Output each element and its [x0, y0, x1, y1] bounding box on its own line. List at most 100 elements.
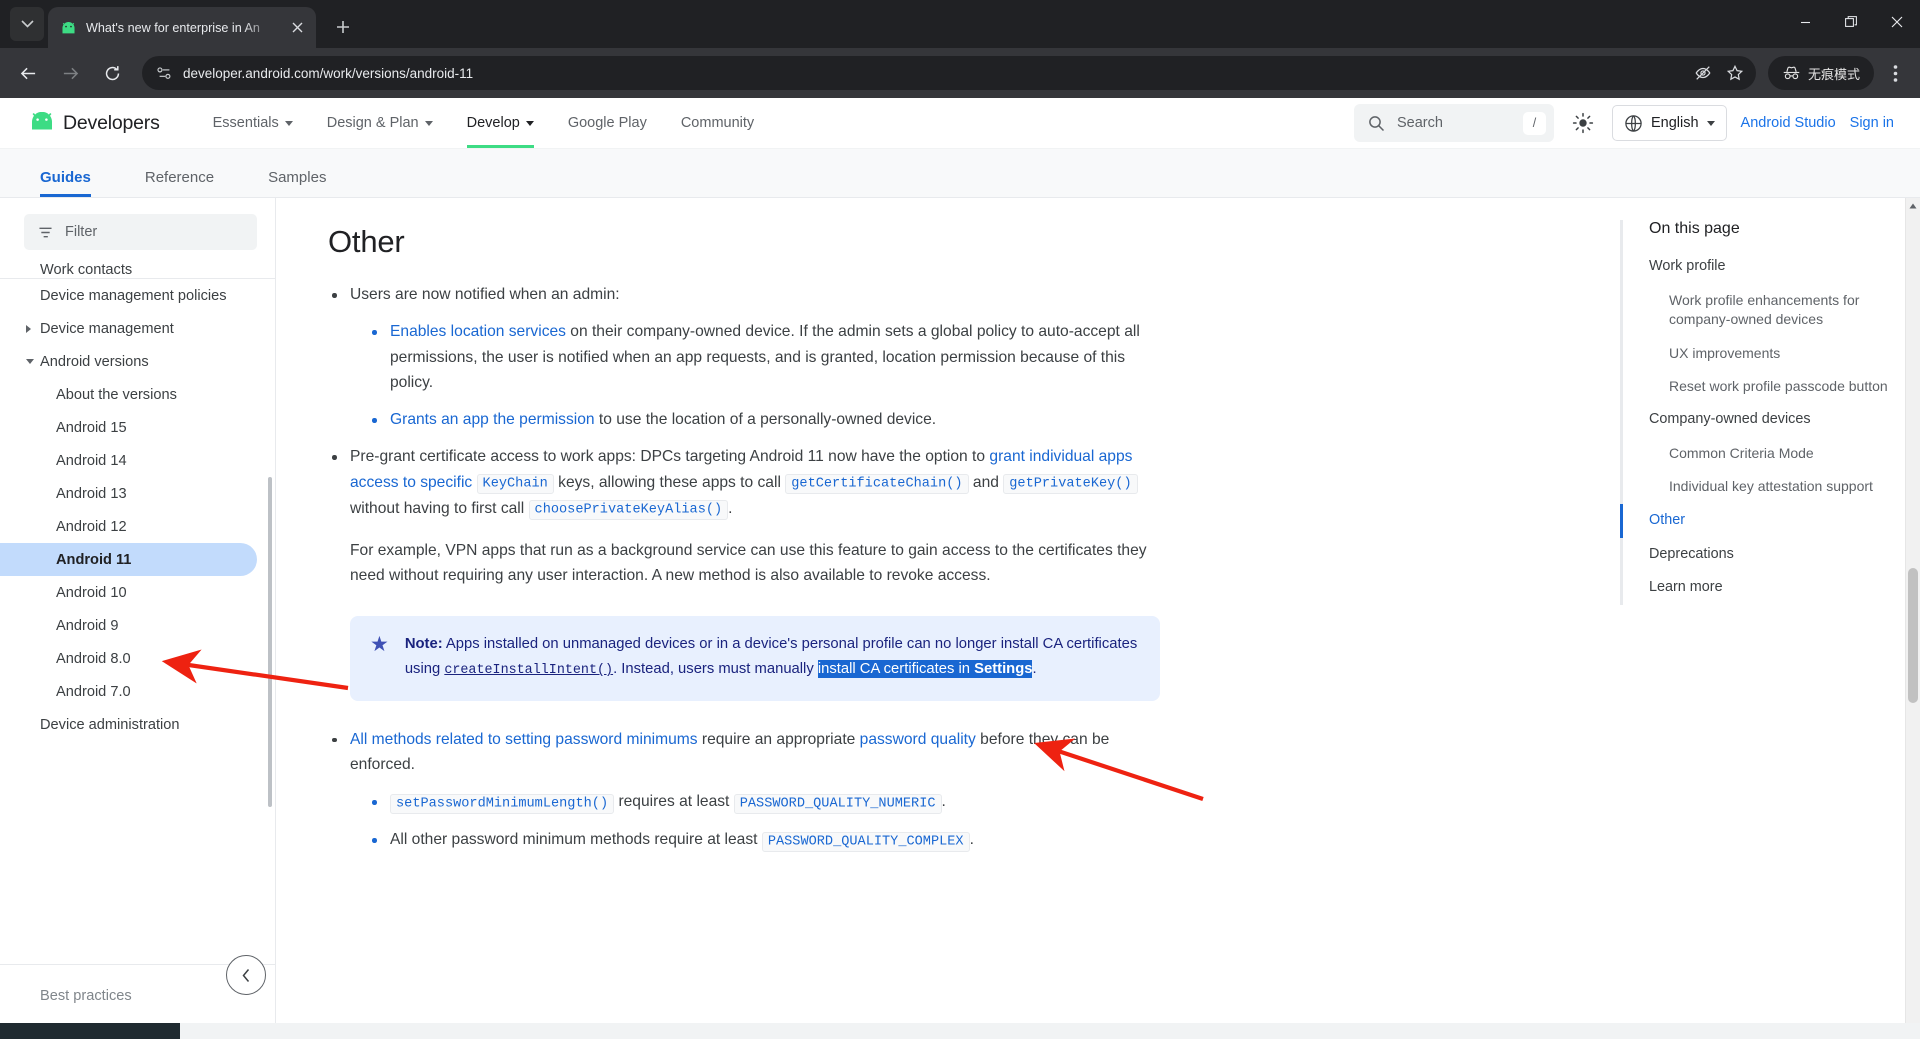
nav-label: Android 9 — [56, 617, 119, 634]
sidebar-item-android-15[interactable]: Android 15 — [0, 411, 275, 444]
nav-develop[interactable]: Develop — [450, 98, 551, 148]
filter-wrapper: Filter — [0, 198, 275, 262]
star-icon[interactable] — [1720, 58, 1750, 88]
toc-item-common-criteria-mode[interactable]: Common Criteria Mode — [1623, 437, 1894, 470]
eye-slash-icon[interactable] — [1688, 58, 1718, 88]
code-get-private-key: getPrivateKey() — [1003, 474, 1138, 494]
section-tabs: Guides Reference Samples — [0, 149, 1920, 198]
reload-button[interactable] — [95, 56, 129, 90]
code-choose-private-key-alias: choosePrivateKeyAlias() — [528, 500, 729, 521]
nav-label: Android 11 — [56, 551, 132, 568]
page-scroll-thumb[interactable] — [1908, 568, 1918, 703]
minimize-button[interactable] — [1782, 0, 1828, 44]
back-button[interactable] — [11, 56, 45, 90]
link-password-quality[interactable]: password quality — [860, 731, 976, 748]
sidebar-scrollbar[interactable] — [268, 477, 272, 807]
android-studio-link[interactable]: Android Studio — [1741, 115, 1836, 131]
maximize-restore-icon — [1845, 16, 1857, 27]
toc-item-deprecations[interactable]: Deprecations — [1623, 538, 1894, 572]
minimize-icon — [1800, 21, 1810, 23]
taskbar-sliver — [0, 1023, 1920, 1039]
browser-tab[interactable]: What's new for enterprise in An — [48, 7, 316, 48]
note-text-3: . — [1032, 661, 1037, 678]
sidebar-item-android-9[interactable]: Android 9 — [0, 609, 275, 642]
nav-community[interactable]: Community — [664, 98, 771, 148]
sidebar-item-android-versions[interactable]: Android versions — [0, 345, 275, 378]
browser-toolbar: developer.android.com/work/versions/andr… — [0, 48, 1920, 98]
sidebar-item-android-7[interactable]: Android 7.0 — [0, 675, 275, 708]
nav-label: Android 8.0 — [56, 650, 131, 667]
sidebar-item-android-14[interactable]: Android 14 — [0, 444, 275, 477]
search-placeholder: Search — [1396, 115, 1443, 131]
close-icon[interactable] — [286, 17, 308, 39]
incognito-indicator[interactable]: 无痕模式 — [1767, 56, 1874, 90]
link-enables-location-services[interactable]: Enables location services — [390, 323, 566, 340]
browser-menu-button[interactable] — [1878, 56, 1912, 90]
link-password-minimums[interactable]: All methods related to setting password … — [350, 731, 698, 748]
new-tab-button[interactable] — [326, 10, 360, 44]
toc-item-ux-improvements[interactable]: UX improvements — [1623, 337, 1894, 370]
nav-google-play[interactable]: Google Play — [551, 98, 664, 148]
sidebar-item-android-10[interactable]: Android 10 — [0, 576, 275, 609]
bullet-list-2: All methods related to setting password … — [328, 727, 1160, 854]
nav-essentials[interactable]: Essentials — [196, 98, 310, 148]
chevron-down-icon — [1706, 120, 1715, 126]
toc-item-other[interactable]: Other — [1620, 503, 1894, 538]
link-grants-app-permission[interactable]: Grants an app the permission — [390, 411, 595, 428]
nav-design-plan[interactable]: Design & Plan — [310, 98, 450, 148]
sidebar-item-about-the-versions[interactable]: About the versions — [0, 378, 275, 411]
nav-label: Device administration — [40, 716, 180, 733]
sign-in-link[interactable]: Sign in — [1850, 115, 1894, 131]
sidebar-item-android-13[interactable]: Android 13 — [0, 477, 275, 510]
sidebar-item-android-8[interactable]: Android 8.0 — [0, 642, 275, 675]
nav-label: Develop — [466, 115, 520, 131]
tab-search-button[interactable] — [10, 7, 44, 41]
collapse-sidebar-button[interactable] — [226, 955, 266, 995]
scroll-up-arrow-icon[interactable] — [1906, 198, 1920, 213]
toc-item-individual-key-attestation-support[interactable]: Individual key attestation support — [1623, 470, 1894, 503]
address-bar[interactable]: developer.android.com/work/versions/andr… — [142, 56, 1756, 90]
tab-samples[interactable]: Samples — [252, 169, 342, 197]
code-password-quality-numeric: PASSWORD_QUALITY_NUMERIC — [733, 793, 942, 814]
bullet-list-1: Users are now notified when an admin: En… — [328, 282, 1160, 522]
forward-button[interactable] — [53, 56, 87, 90]
sidebar-item-device-management[interactable]: Device management — [0, 312, 275, 345]
code-get-certificate-chain: getCertificateChain() — [785, 474, 969, 494]
sidebar-item-android-12[interactable]: Android 12 — [0, 510, 275, 543]
tab-guides[interactable]: Guides — [24, 169, 107, 197]
sidebar-item-work-contacts[interactable]: Work contacts — [0, 262, 275, 278]
page-viewport: Developers Essentials Design & Plan Deve… — [0, 98, 1920, 1039]
list-item: All methods related to setting password … — [328, 727, 1160, 854]
page-scrollbar[interactable] — [1905, 198, 1920, 1023]
pw-sub-text-4: . — [969, 831, 974, 849]
header-actions: Search / English Android Studio Sign in — [1353, 104, 1894, 142]
tab-reference[interactable]: Reference — [129, 169, 230, 197]
filter-input[interactable]: Filter — [24, 214, 257, 250]
pregrant-text-5: . — [728, 499, 733, 517]
toc-item-work-profile-enhancements[interactable]: Work profile enhancements for company-ow… — [1623, 284, 1894, 337]
theme-toggle-button[interactable] — [1568, 108, 1598, 138]
list-item: Grants an app the permission to use the … — [350, 407, 1160, 432]
maximize-button[interactable] — [1828, 0, 1874, 44]
site-settings-icon[interactable] — [156, 65, 173, 82]
pregrant-text-3: and — [968, 473, 1004, 491]
sidebar-item-device-administration[interactable]: Device administration — [0, 708, 275, 741]
toc-item-company-owned-devices[interactable]: Company-owned devices — [1623, 403, 1894, 437]
sidebar-item-android-11[interactable]: Android 11 — [0, 543, 257, 576]
brand-text: Developers — [63, 111, 160, 134]
toc-item-work-profile[interactable]: Work profile — [1623, 250, 1894, 284]
filter-icon — [38, 226, 53, 239]
sidebar-footer-label[interactable]: Best practices — [40, 988, 132, 1004]
star-filled-icon: ★ — [370, 633, 389, 657]
nav-label: Work contacts — [40, 262, 133, 278]
tab-title: What's new for enterprise in An — [86, 20, 260, 35]
site-logo[interactable]: Developers — [28, 111, 160, 135]
language-selector[interactable]: English — [1611, 105, 1727, 141]
close-window-button[interactable] — [1874, 0, 1920, 44]
toc-item-learn-more[interactable]: Learn more — [1623, 571, 1894, 605]
bullet-lead-text: Users are now notified when an admin: — [350, 286, 620, 303]
android-robot-icon — [28, 111, 56, 135]
sidebar-item-device-management-policies[interactable]: Device management policies — [0, 279, 275, 312]
search-input[interactable]: Search / — [1353, 104, 1554, 142]
toc-item-reset-work-profile-passcode-button[interactable]: Reset work profile passcode button — [1623, 370, 1894, 403]
